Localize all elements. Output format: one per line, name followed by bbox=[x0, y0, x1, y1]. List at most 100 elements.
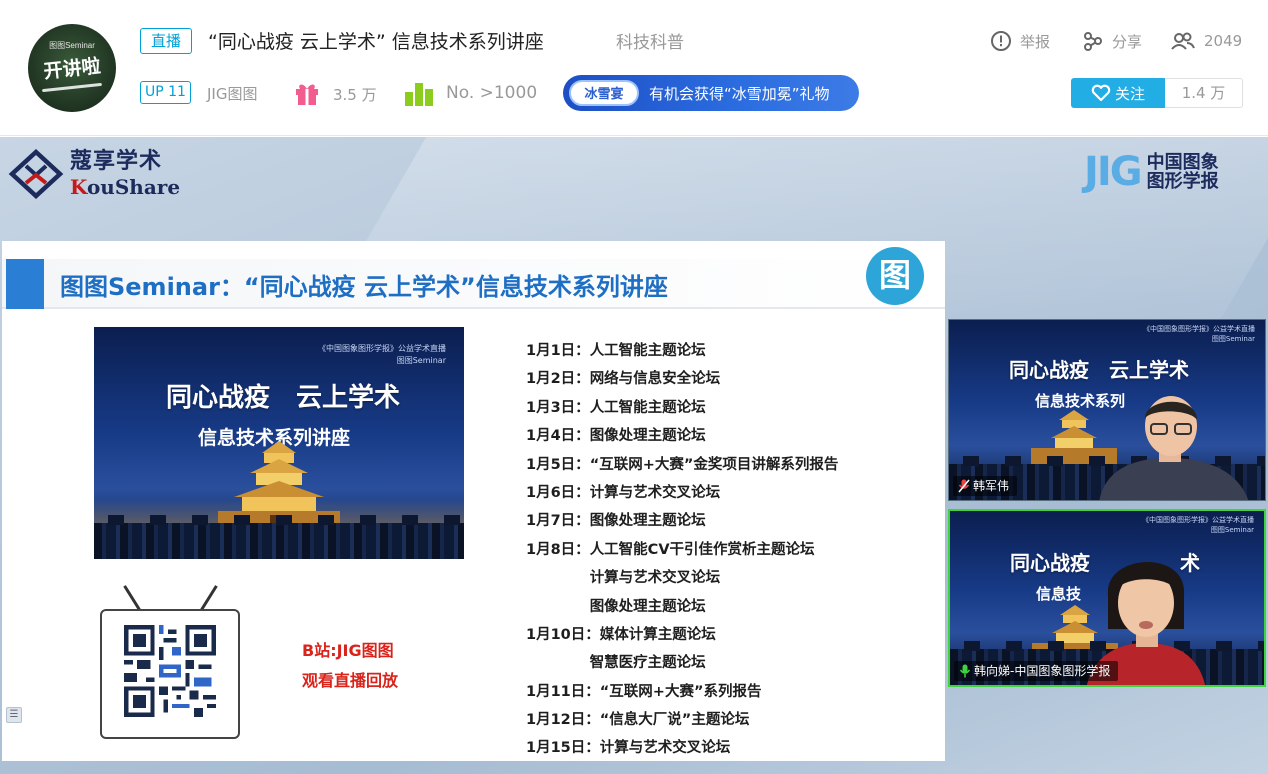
schedule-topic: “互联网+大赛”系列报告 bbox=[599, 683, 762, 700]
schedule-item: 1月1日：图像处理主题论坛 bbox=[526, 593, 838, 621]
slide-title: 图图Seminar：“同心战疫 云上学术”信息技术系列讲座 bbox=[60, 273, 668, 301]
jig-cn-name: 中国图象 图形学报 bbox=[1146, 152, 1219, 192]
warning-icon bbox=[991, 31, 1011, 51]
viewers-icon bbox=[1171, 32, 1195, 50]
schedule-topic: 智慧医疗主题论坛 bbox=[589, 655, 706, 672]
speaker-1-person bbox=[1099, 396, 1249, 500]
schedule-date: 1月10日： bbox=[526, 626, 600, 643]
speaker-video-1[interactable]: 《中国图象图形学报》公益学术直播 图图Seminar 同心战疫 云上学术 信息技… bbox=[948, 319, 1266, 501]
schedule-item: 1月1日：计算与艺术交叉论坛 bbox=[526, 564, 838, 592]
schedule-topic: 计算与艺术交叉论坛 bbox=[589, 570, 721, 587]
schedule-topic: 图像处理主题论坛 bbox=[589, 513, 706, 530]
schedule-item: 1月5日：“互联网+大赛”金奖项目讲解系列报告 bbox=[526, 451, 838, 479]
koushare-logo: 蔻享学术 KouShare bbox=[8, 149, 180, 199]
cam1-title: 同心战疫 云上学术 bbox=[1009, 358, 1189, 382]
up-level-badge: UP 11 bbox=[140, 81, 191, 104]
presentation-slide: 图图Seminar：“同心战疫 云上学术”信息技术系列讲座 图 《中国图象图形学… bbox=[2, 241, 945, 761]
share-label: 分享 bbox=[1112, 32, 1143, 51]
schedule-date: 1月4日： bbox=[526, 428, 590, 445]
schedule-date: 1月7日： bbox=[526, 513, 590, 530]
schedule-topic: “互联网+大赛”金奖项目讲解系列报告 bbox=[589, 456, 839, 473]
gift-icon bbox=[296, 84, 318, 105]
avatar-underline bbox=[42, 82, 102, 93]
koushare-cn: 蔻享学术 bbox=[70, 149, 163, 174]
poster-caption-2: 图图Seminar bbox=[396, 356, 446, 365]
schedule-topic: 网络与信息安全论坛 bbox=[589, 371, 721, 388]
schedule-date: 1月1日： bbox=[526, 343, 590, 359]
slide-title-accent bbox=[6, 259, 44, 309]
schedule-topic: 媒体计算主题论坛 bbox=[599, 626, 716, 643]
mic-active-icon bbox=[959, 664, 971, 678]
schedule-topic: 图像处理主题论坛 bbox=[589, 428, 706, 445]
follow-label: 关注 bbox=[1114, 84, 1145, 103]
report-button[interactable]: 举报 bbox=[990, 30, 1050, 52]
schedule-item: 1月6日：计算与艺术交叉论坛 bbox=[526, 479, 838, 507]
poster-cityline bbox=[94, 515, 464, 559]
cam1-caption-2: 图图Seminar bbox=[1211, 335, 1255, 343]
follow-button[interactable]: 关注 bbox=[1071, 78, 1165, 108]
cam2-caption-2: 图图Seminar bbox=[1210, 526, 1254, 534]
schedule-topic: 计算与艺术交叉论坛 bbox=[589, 484, 721, 501]
schedule-list: 1月1日：人工智能主题论坛 1月2日：网络与信息安全论坛 1月3日：人工智能主题论坛… bbox=[526, 337, 838, 763]
avatar-caption: 图图Seminar bbox=[49, 41, 95, 50]
rank-text[interactable]: No. >1000 bbox=[446, 83, 537, 103]
schedule-topic: 图像处理主题论坛 bbox=[589, 598, 706, 615]
streamer-avatar[interactable]: 图图Seminar 开讲啦 bbox=[28, 24, 116, 112]
heart-icon bbox=[1091, 84, 1111, 102]
schedule-date: 1月2日： bbox=[526, 371, 590, 388]
koushare-emblem-icon bbox=[8, 149, 64, 199]
schedule-item: 1月12日：“信息大厂说”主题论坛 bbox=[526, 706, 838, 734]
schedule-date: 1月11日： bbox=[526, 683, 600, 700]
bilibili-channel: B站:JIG图图 bbox=[302, 641, 394, 660]
schedule-item: 1月15日：计算与艺术交叉论坛 bbox=[526, 734, 838, 762]
jig-mark: JIG bbox=[1084, 149, 1143, 195]
schedule-topic: 人工智能主题论坛 bbox=[589, 399, 706, 416]
promo-banner[interactable]: 冰雪宴 有机会获得“冰雪加冕”礼物 bbox=[563, 75, 859, 111]
mic-muted-icon bbox=[958, 479, 970, 493]
room-title: “同心战疫 云上学术” 信息技术系列讲座 bbox=[208, 31, 544, 53]
event-poster: 《中国图象图形学报》公益学术直播 图图Seminar 同心战疫 云上学术 信息技… bbox=[94, 327, 464, 559]
tutu-logo-icon: 图 bbox=[866, 247, 924, 305]
speaker-video-2[interactable]: 《中国图象图形学报》公益学术直播 图图Seminar 同心战疫 术 信息技 韩向… bbox=[948, 509, 1266, 687]
schedule-item: 1月11日：“互联网+大赛”系列报告 bbox=[526, 678, 838, 706]
schedule-item: 1月2日：网络与信息安全论坛 bbox=[526, 365, 838, 393]
gift-count: 3.5 万 bbox=[333, 86, 377, 104]
share-icon bbox=[1084, 32, 1102, 51]
share-button[interactable]: 分享 bbox=[1082, 30, 1142, 52]
qr-poster bbox=[100, 581, 246, 743]
video-stage[interactable]: 蔻享学术 KouShare JIG 中国图象 图形学报 图图Seminar：“同… bbox=[0, 137, 1268, 774]
replay-text: 观看直播回放 bbox=[302, 671, 399, 690]
qr-code-icon bbox=[124, 625, 216, 717]
viewers-value: 2049 bbox=[1204, 32, 1243, 50]
schedule-topic: “信息大厂说”主题论坛 bbox=[599, 712, 750, 729]
cam2-caption: 《中国图象图形学报》公益学术直播 bbox=[1142, 516, 1254, 524]
schedule-date: 1月8日： bbox=[526, 541, 590, 558]
cam1-caption: 《中国图象图形学报》公益学术直播 bbox=[1143, 325, 1255, 333]
schedule-item: 1月10日：媒体计算主题论坛 bbox=[526, 621, 838, 649]
schedule-date: 1月12日： bbox=[526, 712, 600, 729]
schedule-item: 1月3日：人工智能主题论坛 bbox=[526, 394, 838, 422]
cam2-title: 同心战疫 bbox=[1010, 551, 1090, 575]
viewer-count: 2049 bbox=[1170, 30, 1242, 52]
tv-frame bbox=[100, 609, 240, 739]
poster-title: 同心战疫 云上学术 bbox=[166, 383, 401, 413]
koushare-en: KouShare bbox=[70, 175, 181, 199]
schedule-item: 1月4日：图像处理主题论坛 bbox=[526, 422, 838, 450]
schedule-item: 1月1日：智慧医疗主题论坛 bbox=[526, 649, 838, 677]
schedule-item: 1月7日：图像处理主题论坛 bbox=[526, 507, 838, 535]
schedule-item: 1月1日：人工智能主题论坛 bbox=[526, 337, 838, 365]
promo-text: 有机会获得“冰雪加冕”礼物 bbox=[649, 84, 830, 103]
room-category[interactable]: 科技科普 bbox=[616, 28, 684, 53]
report-label: 举报 bbox=[1020, 32, 1051, 51]
avatar-title: 开讲啦 bbox=[42, 55, 102, 83]
up-name[interactable]: JIG图图 bbox=[207, 83, 257, 104]
follower-count: 1.4 万 bbox=[1165, 78, 1243, 108]
schedule-date: 1月6日： bbox=[526, 484, 590, 501]
room-header: 图图Seminar 开讲啦 直播 “同心战疫 云上学术” 信息技术系列讲座 科技… bbox=[0, 0, 1268, 136]
schedule-topic: 人工智能CV干引佳作赏析主题论坛 bbox=[589, 541, 815, 558]
rank-icon bbox=[405, 83, 433, 106]
side-panel-toggle[interactable]: ☰ bbox=[6, 707, 22, 723]
cam2-subtitle: 信息技 bbox=[1036, 585, 1082, 603]
schedule-date: 1月3日： bbox=[526, 399, 590, 416]
promo-badge: 冰雪宴 bbox=[569, 80, 639, 106]
